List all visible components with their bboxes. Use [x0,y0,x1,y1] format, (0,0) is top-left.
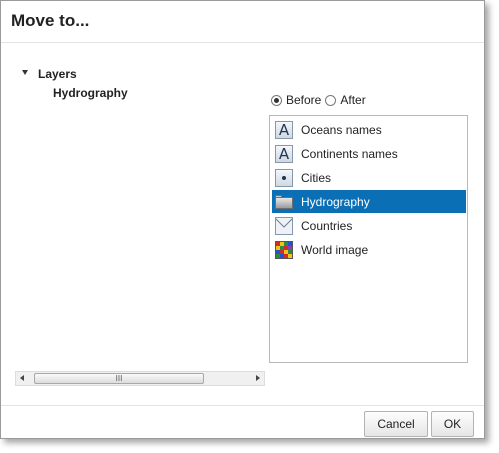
tree-expand-arrow-icon[interactable] [22,70,28,75]
point-layer-icon [275,168,293,187]
layer-list-item[interactable]: Hydrography [272,190,466,213]
position-radio-group: Before After [271,92,370,108]
layer-list-item-label: Hydrography [301,194,370,209]
tree-node-layers[interactable]: Layers [38,67,77,81]
layer-list-item-label: Continents names [301,146,398,161]
dialog-title: Move to... [11,11,90,30]
after-radio-label[interactable]: After [340,93,365,107]
layer-listbox[interactable]: A Oceans names A Continents names Cities Hydr… [269,115,468,363]
raster-layer-icon [275,240,293,259]
cancel-button[interactable]: Cancel [364,411,428,437]
text-layer-icon: A [275,120,293,139]
after-radio[interactable] [325,94,337,106]
layer-list-item[interactable]: A Continents names [272,142,466,165]
layer-list-item[interactable]: Countries [272,214,466,237]
before-radio-label[interactable]: Before [286,93,321,107]
ok-button[interactable]: OK [431,411,474,437]
before-radio[interactable] [271,94,282,106]
title-divider [1,42,484,43]
layer-list-item-label: Oceans names [301,122,382,137]
layer-list-item[interactable]: Cities [272,166,466,189]
layer-list-item-label: Countries [301,218,353,233]
layer-list-item[interactable]: World image [272,238,466,261]
scroll-right-arrow-icon[interactable] [256,375,260,381]
scroll-left-arrow-icon[interactable] [20,375,24,381]
layer-list-item-label: World image [301,242,369,257]
move-to-dialog: Move to... Layers Hydrography III Before… [0,0,485,439]
folder-icon [275,193,293,211]
scroll-thumb[interactable]: III [34,373,204,384]
layer-list-item[interactable]: A Oceans names [272,118,466,141]
horizontal-scrollbar[interactable]: III [15,371,265,386]
text-layer-icon: A [275,144,293,163]
tree-node-hydrography[interactable]: Hydrography [53,86,128,100]
polygon-layer-icon [275,216,293,235]
layer-list-item-label: Cities [301,170,332,185]
footer-divider [1,405,484,406]
